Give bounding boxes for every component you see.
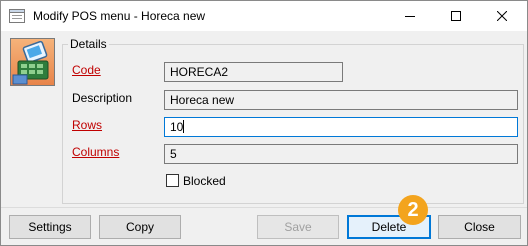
settings-button[interactable]: Settings <box>9 215 91 239</box>
title-bar[interactable]: Modify POS menu - Horeca new <box>1 1 527 31</box>
details-legend: Details <box>68 37 109 51</box>
minimize-button[interactable] <box>387 1 433 31</box>
description-field[interactable]: Horeca new <box>164 90 518 110</box>
close-window-button[interactable] <box>479 1 525 31</box>
columns-label[interactable]: Columns <box>72 145 119 159</box>
pos-register-icon <box>10 38 55 86</box>
blocked-checkbox[interactable] <box>166 174 179 187</box>
columns-field[interactable]: 5 <box>164 144 518 164</box>
modify-pos-menu-window: Modify POS menu - Horeca new Details Cod… <box>0 0 528 246</box>
minimize-icon <box>405 16 415 17</box>
rows-label[interactable]: Rows <box>72 118 102 132</box>
window-title: Modify POS menu - Horeca new <box>33 9 206 23</box>
maximize-icon <box>451 11 461 21</box>
step-badge: 2 <box>398 195 428 225</box>
code-label[interactable]: Code <box>72 63 101 77</box>
close-icon <box>497 11 507 21</box>
pos-menu-app-icon <box>9 9 25 23</box>
copy-button[interactable]: Copy <box>99 215 181 239</box>
blocked-label[interactable]: Blocked <box>183 174 226 188</box>
save-button[interactable]: Save <box>257 215 339 239</box>
code-field[interactable]: HORECA2 <box>164 62 343 82</box>
maximize-button[interactable] <box>433 1 479 31</box>
rows-field[interactable]: 10 <box>164 117 518 137</box>
dialog-body: Details Code HORECA2 Description Horeca … <box>1 31 527 207</box>
footer-divider <box>1 207 527 208</box>
close-button[interactable]: Close <box>438 215 521 239</box>
description-label: Description <box>72 91 133 105</box>
